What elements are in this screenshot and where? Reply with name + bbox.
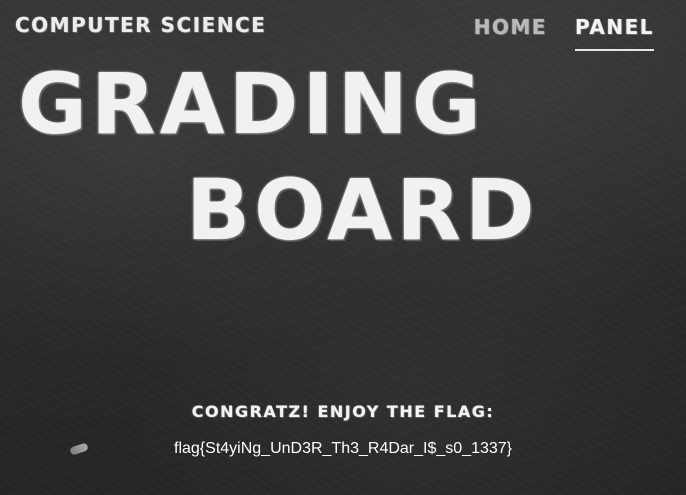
page-title-line2: Board <box>186 161 539 259</box>
nav-panel-link[interactable]: Panel <box>575 15 654 51</box>
congrats-message: Congratz! Enjoy the flag: <box>191 402 495 421</box>
page-title-line1: Grading <box>18 55 485 153</box>
flag-text: flag{St4yiNg_UnD3R_Th3_R4Dar_I$_s0_1337} <box>174 440 512 457</box>
nav-home-link[interactable]: Home <box>474 15 547 51</box>
site-name: Computer Science <box>15 13 267 37</box>
main-nav: Home Panel <box>474 15 654 51</box>
